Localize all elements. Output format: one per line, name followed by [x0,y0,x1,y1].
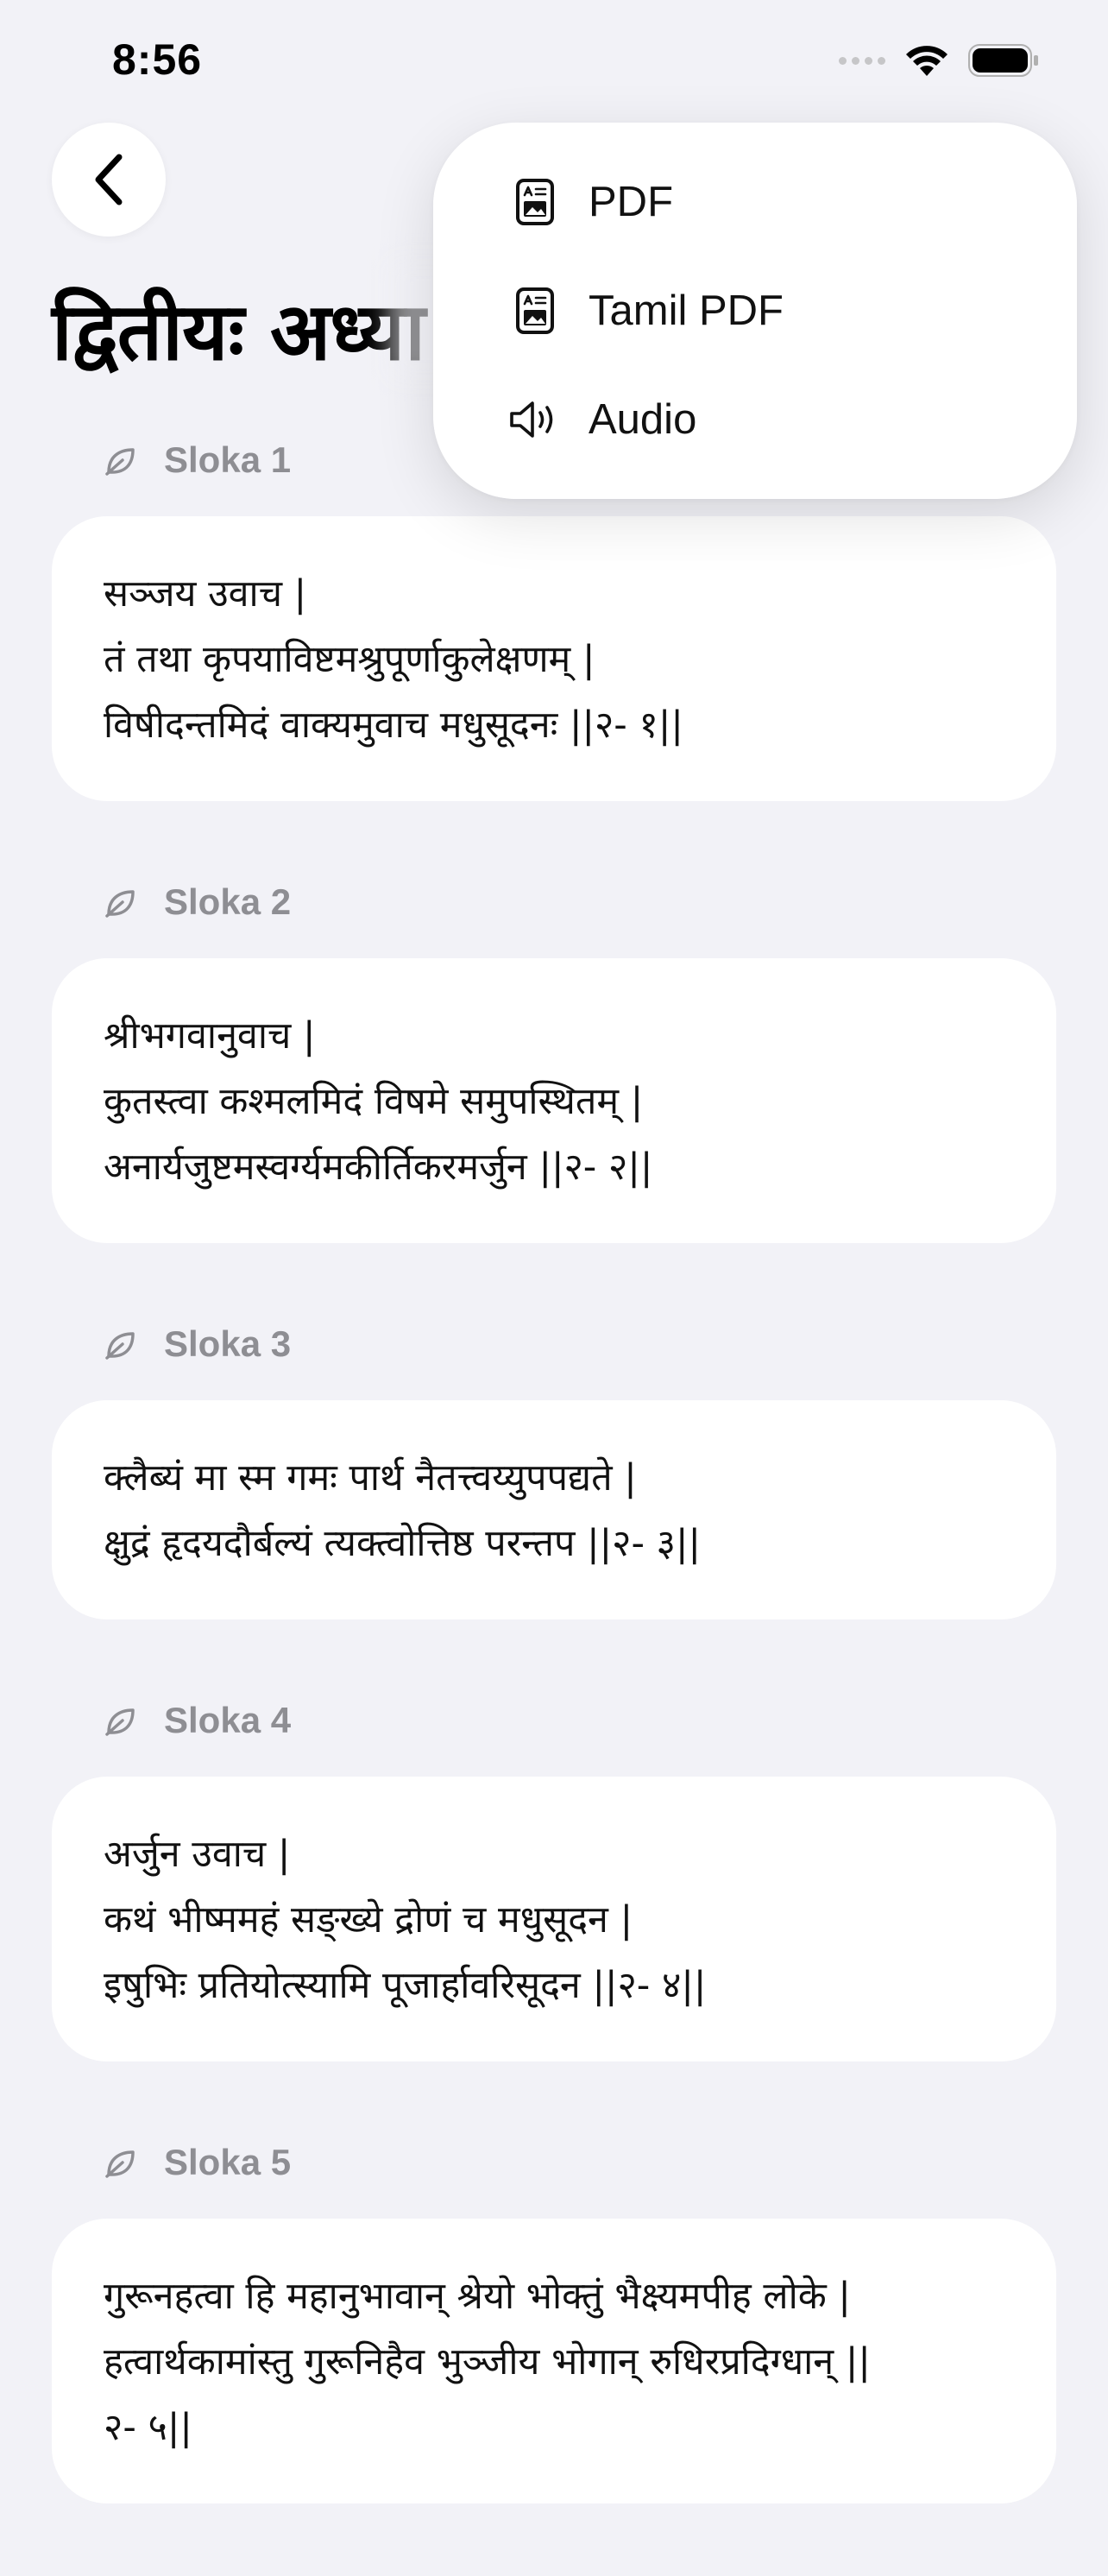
sloka-card[interactable]: क्लैब्यं मा स्म गमः पार्थ नैतत्त्वय्युपप… [52,1400,1056,1619]
speaker-icon [507,392,563,447]
status-bar: 8:56 [0,0,1108,121]
menu-item-audio[interactable]: Audio [507,376,1025,463]
sloka-card[interactable]: श्रीभगवानुवाच | कुतस्त्वा कश्मलमिदं विषम… [52,958,1056,1243]
options-menu: PDF Tamil PDF Audio [433,123,1077,499]
sloka-header: Sloka 5 [104,2134,1056,2191]
verse-line: हत्वार्थकामांस्तु गुरूनिहैव भुञ्जीय भोगा… [104,2340,871,2383]
leaf-icon [105,448,135,476]
cellular-signal-icon [839,56,885,65]
menu-item-label: Tamil PDF [589,287,784,334]
sloka-section: Sloka 4 अर्जुन उवाच | कथं भीष्ममहं सङ्ख्… [52,1692,1056,2061]
verse-line: तं तथा कृपयाविष्टमश्रुपूर्णाकुलेक्षणम् | [104,638,595,681]
sloka-header: Sloka 3 [104,1316,1056,1373]
chevron-left-icon [95,154,123,205]
wifi-icon [906,46,947,76]
leaf-icon [105,890,135,918]
sloka-card[interactable]: सञ्जय उवाच | तं तथा कृपयाविष्टमश्रुपूर्ण… [52,516,1056,801]
sloka-label: Sloka 4 [164,1700,292,1740]
menu-item-label: Audio [589,396,697,443]
verse-line: सञ्जय उवाच | [104,572,307,616]
sloka-label: Sloka 3 [164,1323,292,1364]
leaf-icon [105,1332,135,1360]
verse-line: कथं भीष्ममहं सङ्ख्ये द्रोणं च मधुसूदन | [104,1898,633,1941]
document-icon [507,283,563,338]
verse-line: अनार्यजुष्टमस्वर्ग्यमकीर्तिकरमर्जुन ||२-… [104,1146,653,1189]
verse-line: २- ५|| [104,2406,192,2449]
verse-line: विषीदन्तमिदं वाक्यमुवाच मधुसूदनः ||२- १|… [104,704,683,747]
sloka-section: Sloka 5 गुरूनहत्वा हि महानुभावान् श्रेयो… [52,2134,1056,2503]
sloka-header: Sloka 2 [104,874,1056,931]
sloka-section: Sloka 2 श्रीभगवानुवाच | कुतस्त्वा कश्मलम… [52,874,1056,1243]
battery-icon [968,44,1038,77]
sloka-card[interactable]: गुरूनहत्वा हि महानुभावान् श्रेयो भोक्तुं… [52,2219,1056,2503]
back-button[interactable] [52,123,166,237]
menu-item-tamil-pdf[interactable]: Tamil PDF [507,268,1025,354]
verse-line: क्लैब्यं मा स्म गमः पार्थ नैतत्त्वय्युपप… [104,1456,637,1500]
verse-line: अर्जुन उवाच | [104,1833,291,1876]
status-time: 8:56 [112,35,203,84]
verse-line: श्रीभगवानुवाच | [104,1014,316,1058]
sloka-card[interactable]: अर्जुन उवाच | कथं भीष्ममहं सङ्ख्ये द्रोण… [52,1777,1056,2061]
verse-line: इषुभिः प्रतियोत्स्यामि पूजार्हावरिसूदन |… [104,1964,707,2007]
document-icon [507,174,563,230]
status-icons [839,43,1039,78]
verse-line: क्षुद्रं हृदयदौर्बल्यं त्यक्त्वोत्तिष्ठ … [104,1522,701,1565]
verse-line: गुरूनहत्वा हि महानुभावान् श्रेयो भोक्तुं… [104,2275,851,2318]
sloka-label: Sloka 1 [164,439,292,480]
verse-line: कुतस्त्वा कश्मलमिदं विषमे समुपस्थितम् | [104,1080,644,1123]
sloka-header: Sloka 4 [104,1692,1056,1749]
page-title: द्वितीयः अध्या [52,286,425,378]
sloka-label: Sloka 5 [164,2142,292,2182]
sloka-label: Sloka 2 [164,881,292,922]
menu-item-pdf[interactable]: PDF [507,159,1025,245]
menu-item-label: PDF [589,179,673,225]
leaf-icon [105,2150,135,2178]
leaf-icon [105,1708,135,1736]
sloka-list: Sloka 1 सञ्जय उवाच | तं तथा कृपयाविष्टमश… [52,432,1056,2576]
sloka-section: Sloka 3 क्लैब्यं मा स्म गमः पार्थ नैतत्त… [52,1316,1056,1619]
